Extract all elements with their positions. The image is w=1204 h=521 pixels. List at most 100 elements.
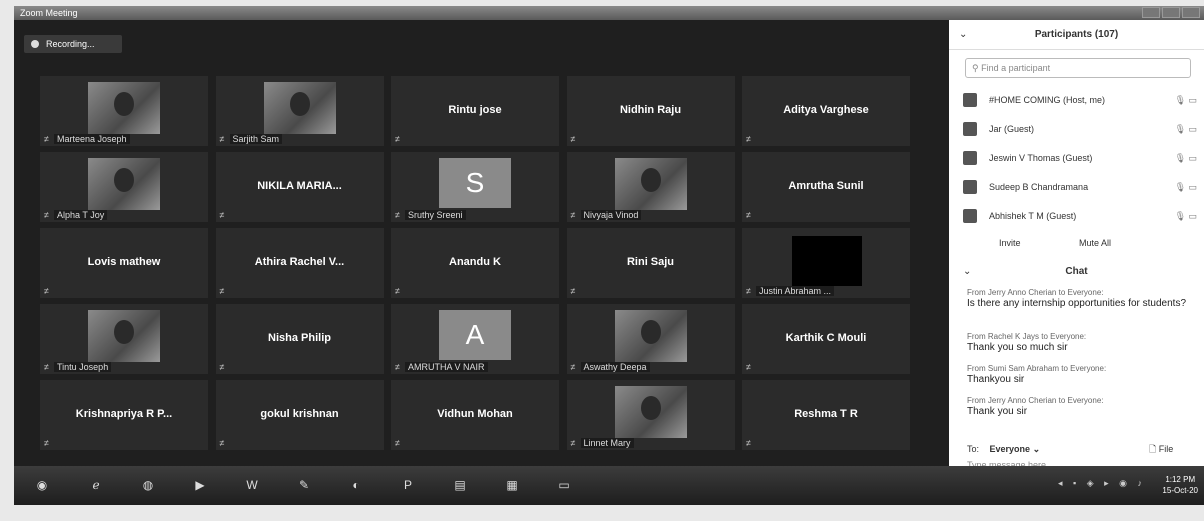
participant-name: Tintu Joseph bbox=[54, 362, 112, 372]
file-button[interactable]: 🗋 File bbox=[1149, 442, 1173, 458]
mic-muted-icon: ≠ bbox=[570, 286, 576, 296]
paint-icon[interactable]: ✎ bbox=[284, 470, 324, 500]
zoom-icon[interactable]: ▭ bbox=[544, 470, 584, 500]
participant-name: Marteena Joseph bbox=[54, 134, 130, 144]
participant-name: Nivyaja Vinod bbox=[580, 210, 642, 220]
participant-tile[interactable]: ≠ Lovis mathew bbox=[40, 228, 208, 298]
participant-tile[interactable]: ≠ Amrutha Sunil bbox=[742, 152, 910, 222]
participant-row[interactable]: Jar (Guest) 🎙 ▭ bbox=[963, 119, 1199, 139]
publisher-icon[interactable]: P bbox=[388, 470, 428, 500]
participant-row[interactable]: Sudeep B Chandramana 🎙 ▭ bbox=[963, 177, 1199, 197]
window-title: Zoom Meeting bbox=[20, 8, 78, 18]
participant-name: Aditya Varghese bbox=[783, 104, 869, 116]
recording-indicator[interactable]: Recording... bbox=[24, 35, 122, 53]
participant-tile[interactable]: ≠ Tintu Joseph bbox=[40, 304, 208, 374]
participant-tile[interactable]: ≠ Aswathy Deepa bbox=[566, 304, 735, 374]
participants-header: ⌄ Participants (107) bbox=[949, 20, 1204, 50]
mic-camera-icon[interactable]: 🎙 ▭ bbox=[1175, 90, 1197, 110]
avatar bbox=[963, 180, 977, 194]
zoom-window: Zoom Meeting Recording... ≠ Marteena Jose… bbox=[14, 6, 1204, 505]
mic-camera-icon[interactable]: 🎙 ▭ bbox=[1175, 177, 1197, 197]
minimize-button[interactable] bbox=[1142, 7, 1160, 18]
participant-tile[interactable]: ≠ Marteena Joseph bbox=[40, 76, 208, 146]
chat-message: From Jerry Anno Cherian to Everyone: Than… bbox=[967, 396, 1197, 417]
participants-title: Participants (107) bbox=[1034, 29, 1119, 40]
chevron-down-icon[interactable]: ⌄ bbox=[959, 20, 967, 50]
chat-sender: From Jerry Anno Cherian to Everyone: bbox=[967, 288, 1104, 297]
file-icon: 🗋 bbox=[1149, 444, 1159, 454]
clock-date: 15-Oct-20 bbox=[1162, 486, 1198, 495]
avatar bbox=[963, 122, 977, 136]
recipient-dropdown[interactable]: Everyone ⌄ bbox=[990, 444, 1041, 454]
participant-row-name: Jeswin V Thomas (Guest) bbox=[989, 153, 1093, 163]
participant-tile[interactable]: ≠ Anandu K bbox=[391, 228, 559, 298]
explorer-icon[interactable]: ▤ bbox=[440, 470, 480, 500]
participant-search-input[interactable]: ⚲ Find a participant bbox=[965, 58, 1191, 78]
mic-muted-icon: ≠ bbox=[219, 286, 225, 296]
participant-tile[interactable]: S ≠ Sruthy Sreeni bbox=[391, 152, 559, 222]
participant-name: Karthik C Mouli bbox=[785, 332, 867, 344]
participant-tile[interactable]: ≠ NIKILA MARIA... bbox=[215, 152, 384, 222]
person-silhouette bbox=[640, 396, 661, 420]
participant-tile[interactable]: ≠ Nivyaja Vinod bbox=[566, 152, 735, 222]
mic-muted-icon: ≠ bbox=[219, 134, 225, 144]
participant-tile[interactable]: ≠ Alpha T Joy bbox=[40, 152, 208, 222]
participant-row[interactable]: #HOME COMING (Host, me) 🎙 ▭ bbox=[963, 90, 1199, 110]
participant-name: Rini Saju bbox=[626, 256, 675, 268]
participant-tile[interactable]: ≠ Vidhun Mohan bbox=[391, 380, 559, 450]
video-feed bbox=[614, 158, 687, 210]
avatar: S bbox=[439, 158, 511, 208]
person-silhouette bbox=[640, 320, 661, 344]
close-button[interactable] bbox=[1182, 7, 1200, 18]
participant-tile[interactable]: ≠ Justin Abraham ... bbox=[742, 228, 910, 298]
participant-tile[interactable]: ≠ Linnet Mary bbox=[566, 380, 735, 450]
participant-tile[interactable]: ≠ Rintu jose bbox=[391, 76, 559, 146]
word-icon[interactable]: W bbox=[232, 470, 272, 500]
ie-icon[interactable]: ℯ bbox=[76, 470, 116, 500]
participant-tile[interactable]: ≠ Nisha Philip bbox=[215, 304, 384, 374]
participant-name: Vidhun Mohan bbox=[437, 408, 513, 420]
mic-muted-icon: ≠ bbox=[44, 438, 49, 448]
invite-button[interactable]: Invite bbox=[999, 238, 1021, 248]
mic-camera-icon[interactable]: 🎙 ▭ bbox=[1175, 206, 1197, 226]
taskbar-clock[interactable]: 1:12 PM 15-Oct-20 bbox=[1162, 474, 1198, 496]
to-label: To: bbox=[967, 444, 980, 454]
play-icon[interactable]: ▶ bbox=[180, 470, 220, 500]
avatar bbox=[963, 209, 977, 223]
participant-tile[interactable]: ≠ Reshma T R bbox=[742, 380, 910, 450]
chat-sender: From Sumi Sam Abraham to Everyone: bbox=[967, 364, 1107, 373]
start-orb[interactable]: ◉ bbox=[24, 470, 60, 500]
participant-name: gokul krishnan bbox=[260, 408, 339, 420]
participant-tile[interactable]: ≠ Karthik C Mouli bbox=[742, 304, 910, 374]
chat-header: ⌄ Chat bbox=[949, 266, 1204, 277]
participant-row[interactable]: Jeswin V Thomas (Guest) 🎙 ▭ bbox=[963, 148, 1199, 168]
participant-tile[interactable]: A ≠ AMRUTHA V NAIR bbox=[391, 304, 559, 374]
chat-message: From Sumi Sam Abraham to Everyone: Thanky… bbox=[967, 364, 1197, 385]
participant-tile[interactable]: ≠ Rini Saju bbox=[566, 228, 735, 298]
maximize-button[interactable] bbox=[1162, 7, 1180, 18]
participant-row[interactable]: Abhishek T M (Guest) 🎙 ▭ bbox=[963, 206, 1199, 226]
participant-tile[interactable]: ≠ Aditya Varghese bbox=[742, 76, 910, 146]
participant-tile[interactable]: ≠ gokul krishnan bbox=[215, 380, 384, 450]
video-feed bbox=[88, 158, 160, 210]
video-feed bbox=[614, 310, 687, 362]
system-tray[interactable]: ◂ ▪ ◈ ▸ ◉ ♪ bbox=[1058, 478, 1146, 489]
mic-camera-icon[interactable]: 🎙 ▭ bbox=[1175, 119, 1197, 139]
mic-muted-icon: ≠ bbox=[44, 134, 49, 144]
participant-row-name: Sudeep B Chandramana bbox=[989, 182, 1089, 192]
participant-tile[interactable]: ≠ Sarjith Sam bbox=[215, 76, 384, 146]
media-icon[interactable]: ◍ bbox=[128, 470, 168, 500]
mute-all-button[interactable]: Mute All bbox=[1079, 238, 1111, 248]
mic-muted-icon: ≠ bbox=[570, 210, 576, 220]
participant-tile[interactable]: ≠ Athira Rachel V... bbox=[215, 228, 384, 298]
folder-icon[interactable]: ▦ bbox=[492, 470, 532, 500]
chrome-icon[interactable]: ◐ bbox=[336, 470, 376, 500]
chevron-down-icon[interactable]: ⌄ bbox=[963, 266, 971, 277]
mic-muted-icon: ≠ bbox=[44, 362, 49, 372]
mic-camera-icon[interactable]: 🎙 ▭ bbox=[1175, 148, 1197, 168]
participant-tile[interactable]: ≠ Nidhin Raju bbox=[566, 76, 735, 146]
participant-tile[interactable]: ≠ Krishnapriya R P... bbox=[40, 380, 208, 450]
participant-name: Sruthy Sreeni bbox=[405, 210, 466, 220]
mic-muted-icon: ≠ bbox=[570, 362, 576, 372]
video-off-feed bbox=[792, 236, 862, 286]
